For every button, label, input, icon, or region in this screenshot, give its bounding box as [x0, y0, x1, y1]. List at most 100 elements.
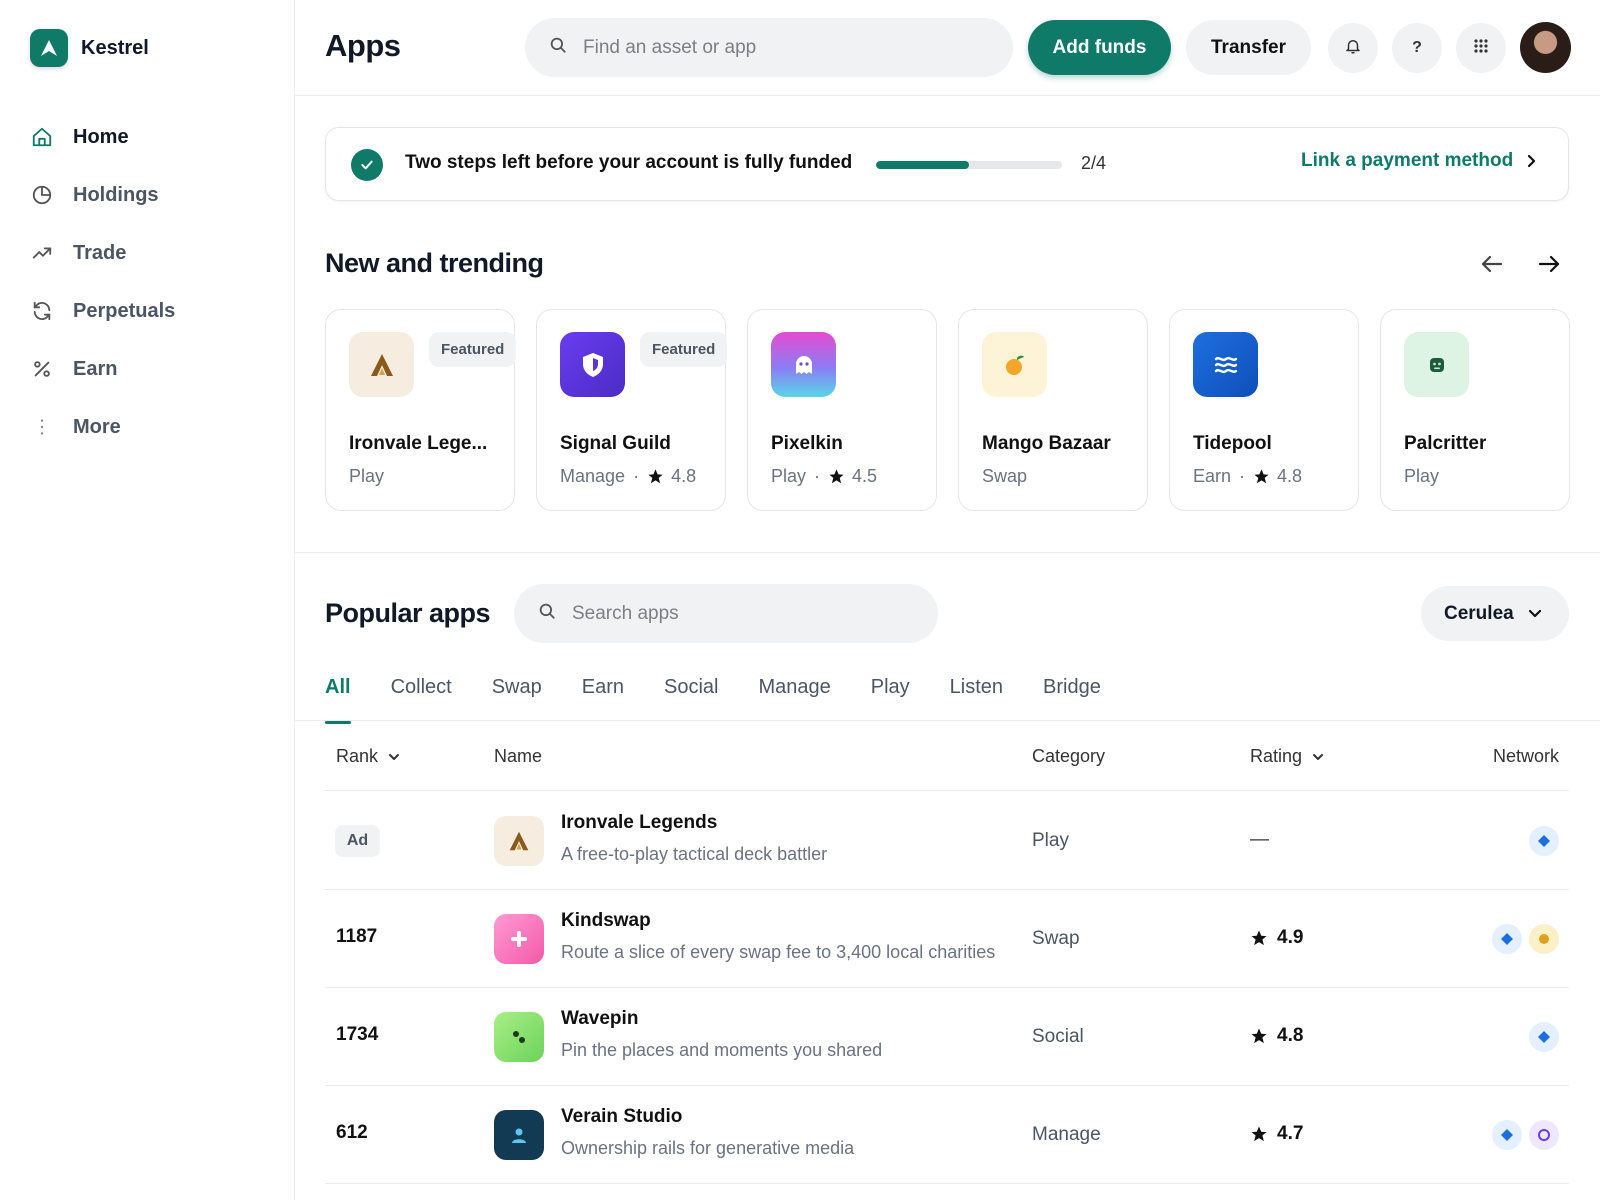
rating-column-header[interactable]: Rating — [1250, 746, 1324, 767]
sparkle-cross-icon — [494, 914, 544, 964]
amber-network-icon — [1529, 924, 1559, 954]
sidebar: Kestrel Home Holdings Trade Perpetuals E… — [0, 0, 295, 1200]
network-dropdown[interactable]: Cerulea — [1421, 586, 1569, 641]
carousel-prev-button[interactable] — [1476, 250, 1508, 282]
help-button[interactable]: ? — [1392, 23, 1442, 73]
add-funds-button[interactable]: Add funds — [1028, 20, 1171, 75]
brand[interactable]: Kestrel — [30, 29, 149, 67]
app-description: Ownership rails for generative media — [561, 1138, 855, 1158]
sidebar-item-label: Perpetuals — [73, 299, 176, 322]
trending-card-pixelkin[interactable]: Pixelkin Play · 4.5 — [747, 309, 937, 511]
notifications-button[interactable] — [1328, 23, 1378, 73]
tab-swap[interactable]: Swap — [492, 676, 542, 721]
cerulea-network-icon — [1529, 1022, 1559, 1052]
app-grid-button[interactable] — [1456, 23, 1506, 73]
category-header-label: Category — [1032, 746, 1106, 766]
tab-all[interactable]: All — [325, 676, 351, 724]
star-icon — [828, 468, 845, 485]
apps-search[interactable] — [514, 584, 938, 643]
table-row[interactable]: 1734 Wavepin Pin the places and moments … — [325, 988, 1569, 1086]
percent-icon — [30, 357, 54, 381]
ghost-icon — [771, 332, 836, 397]
trending-card-mango-bazaar[interactable]: Mango Bazaar Swap — [958, 309, 1148, 511]
app-rating: — — [1250, 829, 1269, 851]
card-rating: 4.8 — [671, 466, 697, 486]
card-meta: Play — [1404, 466, 1439, 487]
table-row[interactable]: Ad Ironvale Legends A free-to-play tacti… — [325, 792, 1569, 890]
rank-header-label: Rank — [336, 746, 379, 766]
sidebar-item-earn[interactable]: Earn — [30, 340, 175, 398]
sidebar-item-home[interactable]: Home — [30, 108, 175, 166]
app-networks — [1492, 924, 1559, 954]
app-networks — [1529, 826, 1559, 856]
sidebar-item-label: Trade — [73, 241, 127, 264]
card-name: Pixelkin — [771, 433, 843, 454]
category-tabs: All Collect Swap Earn Social Manage Play… — [325, 676, 1141, 724]
tab-social[interactable]: Social — [664, 676, 718, 721]
home-icon — [30, 125, 54, 149]
link-payment-method-link[interactable]: Link a payment method — [1301, 150, 1537, 172]
app-networks — [1492, 1120, 1559, 1150]
chevron-down-icon — [1312, 753, 1324, 761]
sidebar-item-more[interactable]: More — [30, 398, 175, 456]
trending-card-palcritter[interactable]: Palcritter Play — [1380, 309, 1570, 511]
card-meta: Play — [349, 466, 384, 487]
tab-listen[interactable]: Listen — [950, 676, 1003, 721]
card-category: Manage — [560, 466, 626, 486]
chevron-down-icon — [388, 753, 400, 761]
trending-card-signal-guild[interactable]: Featured Signal Guild Manage · 4.8 — [536, 309, 728, 511]
kestrel-logo-icon — [30, 29, 68, 67]
ad-badge: Ad — [335, 825, 380, 857]
search-input[interactable] — [583, 36, 963, 59]
app-name: Kindswap — [561, 910, 651, 931]
app-category: Social — [1032, 1026, 1084, 1047]
app-networks — [1529, 1022, 1559, 1052]
tab-manage[interactable]: Manage — [758, 676, 830, 721]
card-name: Palcritter — [1404, 433, 1487, 454]
table-row[interactable]: 612 Verain Studio Ownership rails for ge… — [325, 1086, 1569, 1184]
card-name: Mango Bazaar — [982, 433, 1111, 454]
grid-icon — [1473, 38, 1489, 59]
sidebar-item-trade[interactable]: Trade — [30, 224, 175, 282]
trending-carousel: Featured Ironvale Lege... Play Featured … — [325, 309, 1570, 511]
tab-earn[interactable]: Earn — [582, 676, 624, 721]
chevron-right-icon — [1525, 154, 1537, 168]
app-name: Verain Studio — [561, 1106, 683, 1127]
rank-column-header[interactable]: Rank — [336, 746, 400, 767]
section-divider — [295, 552, 1600, 553]
link-payment-label: Link a payment method — [1301, 150, 1514, 171]
card-name: Tidepool — [1193, 433, 1272, 454]
search-icon — [549, 36, 567, 59]
tab-bridge[interactable]: Bridge — [1043, 676, 1101, 721]
featured-badge: Featured — [429, 332, 517, 367]
cerulea-network-icon — [1492, 1120, 1522, 1150]
trending-card-tidepool[interactable]: Tidepool Earn · 4.8 — [1169, 309, 1359, 511]
table-row[interactable]: 1187 Kindswap Route a slice of every swa… — [325, 890, 1569, 988]
asset-search[interactable] — [525, 18, 1013, 77]
sidebar-item-label: Home — [73, 125, 129, 148]
trend-up-icon — [30, 241, 54, 265]
pins-icon — [494, 1012, 544, 1062]
popular-apps-title: Popular apps — [325, 598, 491, 628]
card-name: Ironvale Lege... — [349, 433, 488, 454]
trending-card-ironvale[interactable]: Featured Ironvale Lege... Play — [325, 309, 517, 511]
chevron-down-icon — [1528, 609, 1542, 619]
card-category: Swap — [982, 466, 1028, 486]
more-vertical-icon — [30, 415, 54, 439]
app-description: Route a slice of every swap fee to 3,400… — [561, 942, 996, 962]
sidebar-item-perpetuals[interactable]: Perpetuals — [30, 282, 175, 340]
ironvale-logo-icon — [349, 332, 414, 397]
apps-search-input[interactable] — [572, 602, 938, 625]
ironvale-logo-icon — [494, 816, 544, 866]
pie-chart-icon — [30, 183, 54, 207]
carousel-next-button[interactable] — [1533, 250, 1565, 282]
page-title: Apps — [325, 28, 401, 63]
transfer-button[interactable]: Transfer — [1186, 20, 1311, 75]
tab-play[interactable]: Play — [871, 676, 910, 721]
app-category: Play — [1032, 830, 1069, 851]
shield-icon — [560, 332, 625, 397]
user-avatar[interactable] — [1520, 22, 1571, 73]
sidebar-item-holdings[interactable]: Holdings — [30, 166, 175, 224]
tab-collect[interactable]: Collect — [391, 676, 452, 721]
funding-banner: Two steps left before your account is fu… — [325, 127, 1569, 201]
